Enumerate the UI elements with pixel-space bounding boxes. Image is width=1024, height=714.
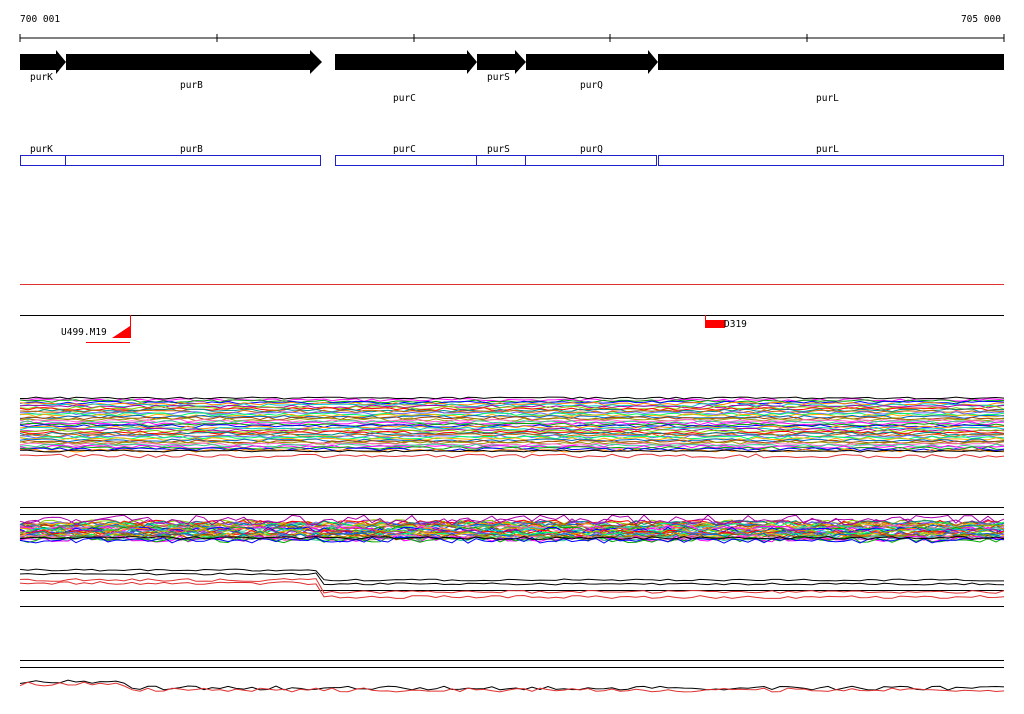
gene-arrow-purK[interactable]: [20, 50, 66, 74]
operon-label-purB: purB: [180, 144, 203, 155]
gene-track[interactable]: purK purB purC purS purQ purL: [20, 50, 1004, 104]
gene-arrow-purQ[interactable]: [526, 50, 658, 74]
gene-arrow-purC[interactable]: [335, 50, 477, 74]
operon-box-purK[interactable]: [20, 155, 66, 166]
gene-label-purS: purS: [487, 72, 510, 83]
expression-panel-4: [19, 660, 1005, 693]
feature-track[interactable]: U499.M19 D319: [20, 315, 1004, 343]
operon-label-purQ: purQ: [580, 144, 603, 155]
operon-track[interactable]: purK purB purC purS purQ purL: [20, 144, 1004, 166]
feature-label-U499: U499.M19: [61, 327, 107, 338]
operon-label-purC: purC: [393, 144, 416, 155]
ruler-end-label: 705 000: [961, 14, 1001, 25]
expression-panel-1: [19, 396, 1005, 459]
feature-label-D319: D319: [724, 319, 747, 330]
gene-label-purK: purK: [30, 72, 53, 83]
genome-browser-view: 700 001 705 000 purK purB purC purS purQ…: [19, 14, 1005, 693]
operon-label-purK: purK: [30, 144, 53, 155]
ruler-start-label: 700 001: [20, 14, 60, 25]
gene-arrow-purL[interactable]: [658, 54, 1004, 70]
gene-label-purL: purL: [816, 93, 839, 104]
operon-box-purC[interactable]: [335, 155, 477, 166]
gene-arrow-purB[interactable]: [66, 50, 322, 74]
gene-arrow-purS[interactable]: [477, 50, 526, 74]
operon-box-purQ[interactable]: [525, 155, 657, 166]
feature-marker-D319[interactable]: [705, 320, 725, 328]
gene-label-purQ: purQ: [580, 80, 603, 91]
expression-line: [19, 568, 1004, 582]
expression-line: [19, 679, 1005, 691]
operon-box-purB[interactable]: [65, 155, 321, 166]
gene-label-purC: purC: [393, 93, 416, 104]
expression-panel-2: [19, 507, 1005, 544]
expression-line: [20, 453, 1005, 459]
gene-label-purB: purB: [180, 80, 203, 91]
operon-box-purS[interactable]: [476, 155, 526, 166]
operon-label-purS: purS: [487, 144, 510, 155]
coordinate-ruler: 700 001 705 000: [19, 14, 1005, 42]
feature-marker-U499[interactable]: [112, 326, 130, 338]
operon-box-purL[interactable]: [658, 155, 1004, 166]
expression-line: [19, 438, 1005, 443]
expression-panel-3: [19, 568, 1005, 607]
operon-label-purL: purL: [816, 144, 839, 155]
